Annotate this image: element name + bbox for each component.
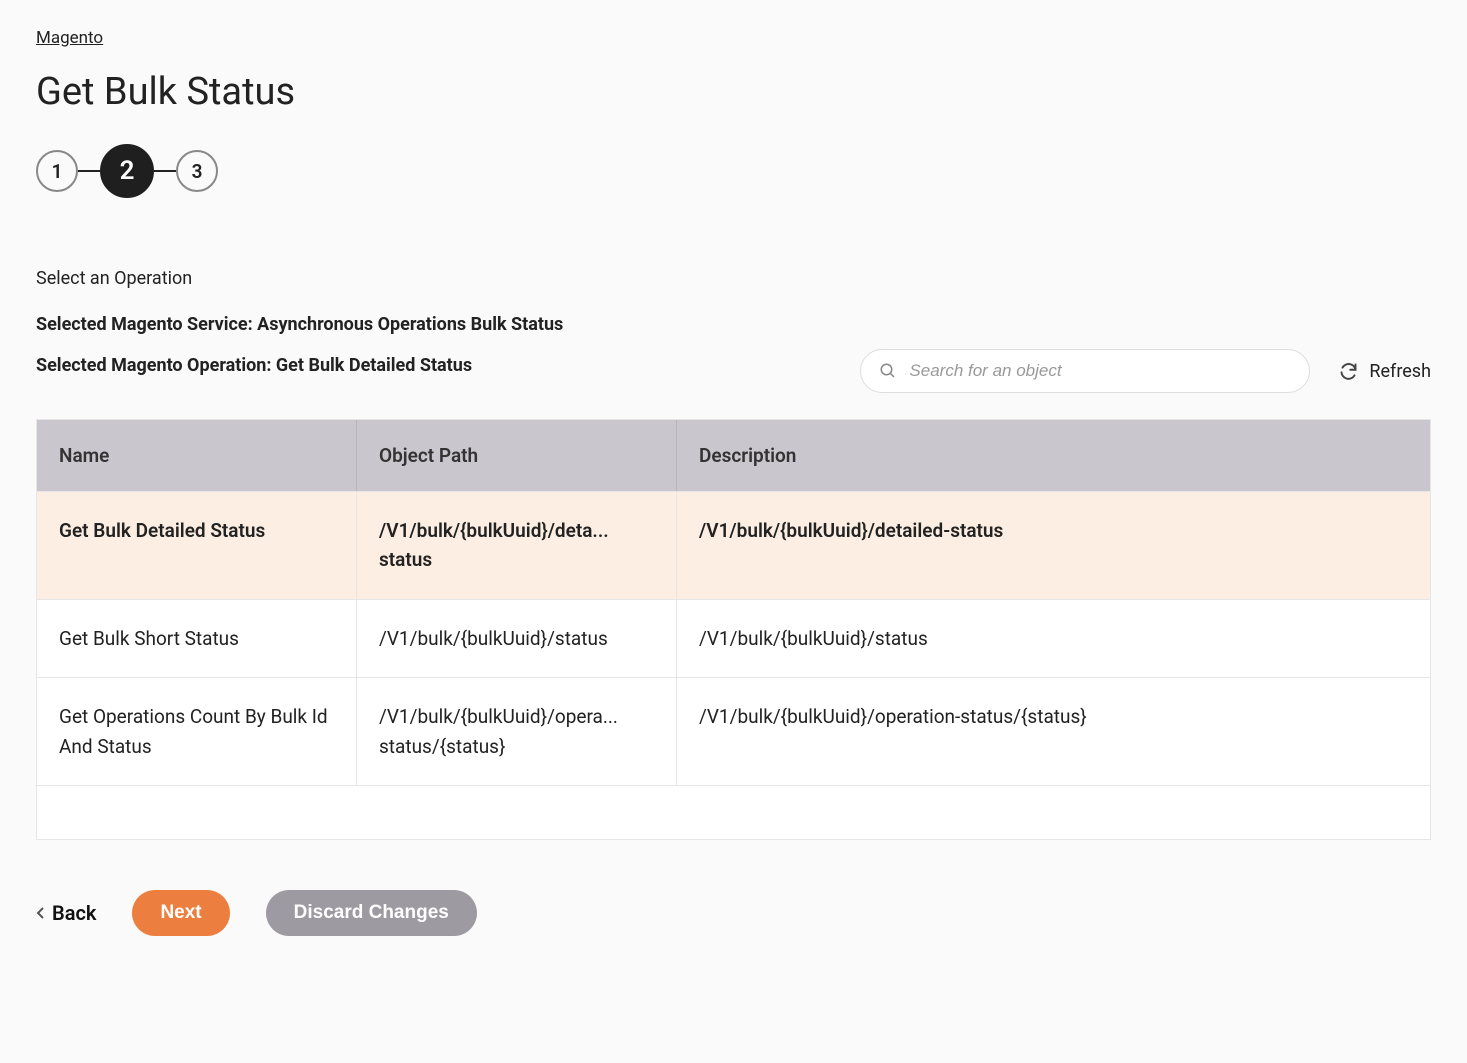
search-input[interactable]: [909, 361, 1291, 381]
column-header-name[interactable]: Name: [37, 420, 357, 491]
cell-path: /V1/bulk/{bulkUuid}/opera... status/{sta…: [357, 678, 677, 785]
selected-service-text: Selected Magento Service: Asynchronous O…: [36, 311, 563, 338]
step-1[interactable]: 1: [36, 150, 78, 192]
cell-name: Get Operations Count By Bulk Id And Stat…: [37, 678, 357, 785]
refresh-label: Refresh: [1369, 361, 1431, 382]
table-row[interactable]: Get Operations Count By Bulk Id And Stat…: [37, 677, 1430, 785]
cell-path: /V1/bulk/{bulkUuid}/deta... status: [357, 492, 677, 599]
selected-operation-text: Selected Magento Operation: Get Bulk Det…: [36, 352, 563, 379]
cell-desc: /V1/bulk/{bulkUuid}/detailed-status: [677, 492, 1430, 599]
back-label: Back: [52, 901, 96, 925]
table-row[interactable]: Get Bulk Detailed Status /V1/bulk/{bulkU…: [37, 491, 1430, 599]
search-icon: [879, 362, 897, 380]
toolbar-right: Refresh: [860, 349, 1431, 393]
refresh-button[interactable]: Refresh: [1338, 361, 1431, 382]
step-connector: [154, 170, 176, 172]
wizard-stepper: 1 2 3: [36, 144, 1431, 198]
cell-path: /V1/bulk/{bulkUuid}/status: [357, 600, 677, 677]
table-row[interactable]: Get Bulk Short Status /V1/bulk/{bulkUuid…: [37, 599, 1430, 677]
selected-info-block: Selected Magento Service: Asynchronous O…: [36, 311, 563, 393]
chevron-left-icon: [36, 906, 46, 920]
step-connector: [78, 170, 100, 172]
table-footer: [37, 785, 1430, 839]
column-header-path[interactable]: Object Path: [357, 420, 677, 491]
toolbar-row: Selected Magento Service: Asynchronous O…: [36, 311, 1431, 393]
section-label: Select an Operation: [36, 268, 1431, 289]
back-button[interactable]: Back: [36, 901, 96, 925]
cell-desc: /V1/bulk/{bulkUuid}/operation-status/{st…: [677, 678, 1430, 785]
step-2[interactable]: 2: [100, 144, 154, 198]
cell-name: Get Bulk Detailed Status: [37, 492, 357, 599]
discard-button[interactable]: Discard Changes: [266, 890, 477, 936]
table-header: Name Object Path Description: [37, 420, 1430, 491]
next-button[interactable]: Next: [132, 890, 229, 936]
footer-actions: Back Next Discard Changes: [36, 890, 1431, 936]
search-wrapper: [860, 349, 1310, 393]
cell-name: Get Bulk Short Status: [37, 600, 357, 677]
page-title: Get Bulk Status: [36, 70, 1431, 114]
column-header-desc[interactable]: Description: [677, 420, 1430, 491]
refresh-icon: [1338, 361, 1359, 382]
breadcrumb-link[interactable]: Magento: [36, 28, 103, 48]
table-body: Get Bulk Detailed Status /V1/bulk/{bulkU…: [37, 491, 1430, 785]
step-3[interactable]: 3: [176, 150, 218, 192]
cell-desc: /V1/bulk/{bulkUuid}/status: [677, 600, 1430, 677]
operations-table: Name Object Path Description Get Bulk De…: [36, 419, 1431, 840]
